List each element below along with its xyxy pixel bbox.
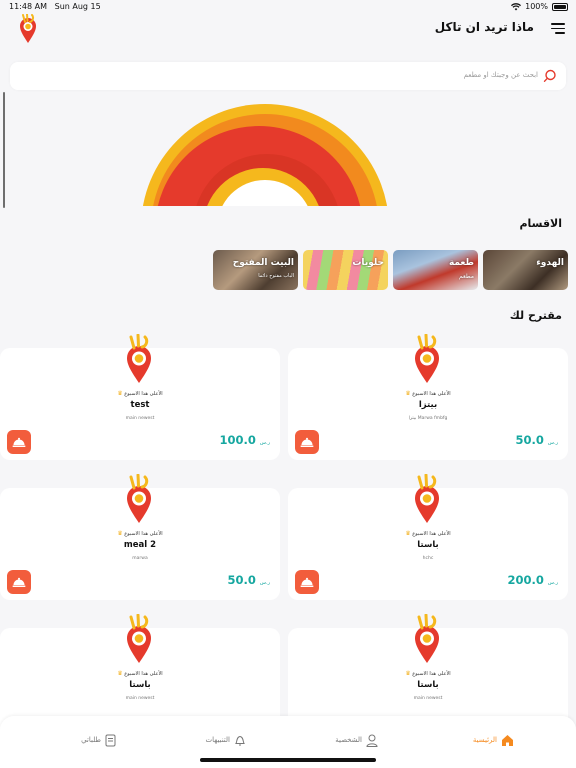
category-card[interactable]: طعمة مطعم [393, 250, 478, 290]
category-card[interactable]: الهدوء [483, 250, 568, 290]
menu-icon[interactable] [551, 23, 565, 34]
top-week-badge: الأعلى هذا الاسبوع ♛ [117, 390, 163, 397]
currency-label: ر.س [547, 440, 558, 446]
product-description: main newest [413, 696, 443, 701]
product-description: main newest [125, 696, 155, 701]
product-name: test [130, 400, 150, 410]
crown-icon: ♛ [405, 390, 411, 397]
nav-profile[interactable]: الشخصية [335, 732, 378, 748]
cloche-icon [12, 437, 26, 447]
product-price: ر.س 50.0 [227, 573, 271, 587]
top-week-badge: الأعلى هذا الاسبوع ♛ [405, 530, 451, 537]
search-input[interactable]: ابحث عن وجبتك او مطعم [464, 71, 538, 79]
search-icon[interactable] [543, 69, 557, 83]
product-logo-icon [415, 334, 439, 383]
app-logo [20, 14, 36, 43]
promo-banner[interactable] [141, 100, 389, 206]
product-card[interactable]: الأعلى هذا الاسبوع ♛ meal 2 marwa ر.س 50.0 [0, 474, 280, 600]
battery-icon [552, 2, 568, 11]
product-name: باستا [417, 680, 439, 690]
product-logo-icon [415, 474, 439, 523]
categories-title: الاقسام [519, 217, 562, 230]
add-to-cart-button[interactable] [295, 430, 319, 454]
battery-percent: 100% [525, 2, 548, 11]
product-price: ر.س 200.0 [507, 573, 558, 587]
category-label: الهدوء [536, 258, 564, 268]
scroll-indicator[interactable] [3, 92, 5, 208]
product-card[interactable]: الأعلى هذا الاسبوع ♛ test main newest ر.س 1… [0, 334, 280, 460]
nav-orders-label: طلباتي [81, 736, 101, 744]
category-sub: الباب مفتوح دائما [258, 273, 294, 279]
crown-icon: ♛ [117, 390, 123, 397]
search-bar[interactable]: ابحث عن وجبتك او مطعم [10, 62, 566, 90]
product-name: باستا [417, 540, 439, 550]
status-time: 11:48 AM Sun Aug 15 [9, 2, 101, 11]
suggested-title: مقترح لك [509, 309, 562, 322]
page-title: ماذا تريد ان تاكل [434, 20, 534, 34]
status-bar: 11:48 AM Sun Aug 15 100% [0, 0, 576, 14]
product-price: ر.س 50.0 [515, 433, 559, 447]
home-icon [502, 734, 513, 746]
product-name: بيتزا [418, 400, 438, 410]
add-to-cart-button[interactable] [295, 570, 319, 594]
top-week-badge: الأعلى هذا الاسبوع ♛ [117, 670, 163, 677]
cloche-icon [300, 437, 314, 447]
currency-label: ر.س [259, 580, 270, 586]
person-icon [366, 734, 378, 747]
product-price: ر.س 100.0 [219, 433, 270, 447]
product-logo-icon [127, 334, 151, 383]
product-card[interactable]: الأعلى هذا الاسبوع ♛ بيتزا بيتزا Marwa fmb… [288, 334, 568, 460]
nav-home[interactable]: الرئيسية [473, 732, 514, 748]
product-name: باستا [129, 680, 151, 690]
nav-orders[interactable]: طلباتي [81, 732, 116, 748]
orders-icon [105, 734, 116, 746]
crown-icon: ♛ [405, 670, 411, 677]
bell-icon [235, 735, 245, 745]
category-card[interactable]: البيت المفتوح الباب مفتوح دائما [213, 250, 298, 290]
product-logo-icon [127, 614, 151, 663]
product-description: بيتزا Marwa fmbfg [408, 416, 448, 421]
currency-label: ر.س [259, 440, 270, 446]
home-indicator [200, 758, 376, 762]
nav-home-label: الرئيسية [472, 736, 497, 744]
top-week-badge: الأعلى هذا الاسبوع ♛ [405, 390, 451, 397]
crown-icon: ♛ [117, 670, 123, 677]
product-description: main newest [125, 416, 155, 421]
category-sub: مطعم [458, 273, 474, 280]
top-week-badge: الأعلى هذا الاسبوع ♛ [117, 530, 163, 537]
category-card[interactable]: حلويات [303, 250, 388, 290]
add-to-cart-button[interactable] [7, 430, 31, 454]
currency-label: ر.س [547, 580, 558, 586]
add-to-cart-button[interactable] [7, 570, 31, 594]
nav-notifications-label: التنبيهات [205, 736, 230, 744]
product-logo-icon [415, 614, 439, 663]
categories-list: الهدوء طعمة مطعم حلويات البيت المفتوح ال… [212, 250, 568, 290]
category-label: حلويات [352, 258, 384, 268]
product-card[interactable]: الأعلى هذا الاسبوع ♛ باستا hchc ر.س 200.0 [288, 474, 568, 600]
crown-icon: ♛ [405, 530, 411, 537]
product-description: hchc [422, 556, 434, 561]
nav-notifications[interactable]: التنبيهات [206, 732, 246, 748]
cloche-icon [12, 577, 26, 587]
cloche-icon [300, 577, 314, 587]
crown-icon: ♛ [117, 530, 123, 537]
nav-profile-label: الشخصية [335, 736, 362, 744]
status-right: 100% [511, 2, 568, 11]
product-name: meal 2 [123, 540, 157, 550]
wifi-icon [511, 2, 522, 10]
category-label: طعمة [448, 258, 474, 268]
category-label: البيت المفتوح [232, 258, 294, 268]
product-description: marwa [132, 556, 148, 561]
product-logo-icon [127, 474, 151, 523]
top-week-badge: الأعلى هذا الاسبوع ♛ [405, 670, 451, 677]
